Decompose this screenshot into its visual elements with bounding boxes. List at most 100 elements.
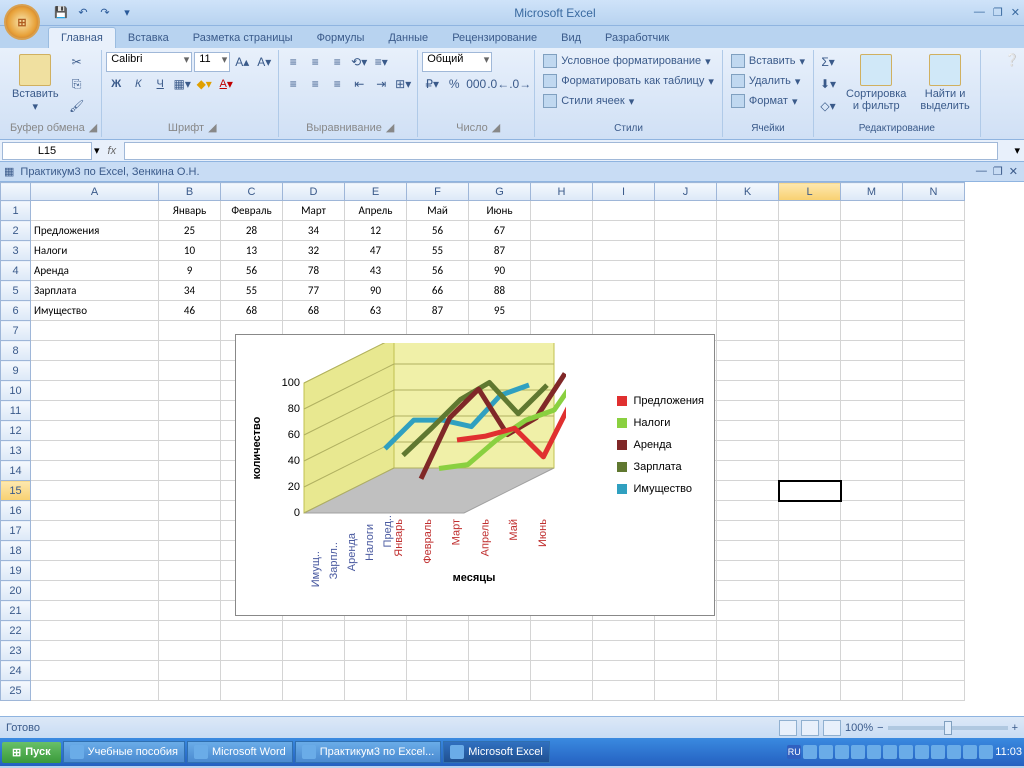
cell[interactable] [221, 661, 283, 681]
cell[interactable] [31, 201, 159, 221]
cell[interactable] [717, 361, 779, 381]
cell[interactable] [841, 521, 903, 541]
cell[interactable] [593, 621, 655, 641]
row-header[interactable]: 8 [1, 341, 31, 361]
cell[interactable]: Март [283, 201, 345, 221]
cell[interactable] [717, 421, 779, 441]
font-name-combo[interactable]: Calibri [106, 52, 192, 72]
cell[interactable] [221, 641, 283, 661]
ribbon-tab[interactable]: Формулы [305, 28, 377, 48]
cell[interactable] [841, 481, 903, 501]
row-header[interactable]: 14 [1, 461, 31, 481]
cell[interactable] [903, 601, 965, 621]
cell[interactable] [717, 381, 779, 401]
cell[interactable] [903, 301, 965, 321]
column-header[interactable]: I [593, 183, 655, 201]
row-header[interactable]: 19 [1, 561, 31, 581]
cell[interactable] [903, 341, 965, 361]
cell[interactable] [593, 281, 655, 301]
redo-icon[interactable]: ↷ [96, 4, 114, 22]
column-header[interactable]: A [31, 183, 159, 201]
cell[interactable] [531, 661, 593, 681]
cell[interactable] [407, 641, 469, 661]
cell[interactable] [717, 601, 779, 621]
formula-input[interactable] [124, 142, 998, 160]
cell[interactable]: Май [407, 201, 469, 221]
cell[interactable]: 34 [159, 281, 221, 301]
cell[interactable] [903, 501, 965, 521]
cell[interactable] [221, 621, 283, 641]
row-header[interactable]: 6 [1, 301, 31, 321]
cell[interactable] [841, 621, 903, 641]
tray-icon[interactable] [899, 745, 913, 759]
cell[interactable]: Аренда [31, 261, 159, 281]
column-header[interactable]: B [159, 183, 221, 201]
indent-inc-icon[interactable]: ⇥ [371, 74, 391, 94]
cell[interactable] [841, 321, 903, 341]
cell[interactable] [717, 221, 779, 241]
cell[interactable] [841, 381, 903, 401]
wrap-icon[interactable]: ≡▾ [371, 52, 391, 72]
cell[interactable] [903, 381, 965, 401]
cell[interactable] [531, 281, 593, 301]
font-color-icon[interactable]: A▾ [216, 74, 236, 94]
cell[interactable] [903, 221, 965, 241]
row-header[interactable]: 17 [1, 521, 31, 541]
cell[interactable] [31, 361, 159, 381]
cell[interactable] [31, 341, 159, 361]
cell[interactable] [903, 621, 965, 641]
cell[interactable] [841, 501, 903, 521]
insert-cells-button[interactable]: Вставить▾ [727, 52, 809, 70]
cell[interactable] [717, 441, 779, 461]
cell[interactable] [779, 201, 841, 221]
cell[interactable]: Зарплата [31, 281, 159, 301]
copy-icon[interactable]: ⎘ [67, 74, 87, 94]
cell[interactable]: 34 [283, 221, 345, 241]
cell[interactable]: 56 [407, 221, 469, 241]
qat-dropdown-icon[interactable]: ▾ [118, 4, 136, 22]
bold-icon[interactable]: Ж [106, 74, 126, 94]
cell[interactable] [779, 321, 841, 341]
cell[interactable] [903, 481, 965, 501]
cell[interactable]: 66 [407, 281, 469, 301]
cell[interactable] [717, 681, 779, 701]
tray-icon[interactable] [947, 745, 961, 759]
cell[interactable] [841, 601, 903, 621]
cell[interactable]: Апрель [345, 201, 407, 221]
clock[interactable]: 11:03 [995, 746, 1022, 758]
conditional-formatting-button[interactable]: Условное форматирование▾ [539, 52, 714, 70]
cell[interactable] [283, 621, 345, 641]
cell[interactable]: 78 [283, 261, 345, 281]
align-left-icon[interactable]: ≡ [283, 74, 303, 94]
column-header[interactable]: F [407, 183, 469, 201]
cell[interactable] [31, 621, 159, 641]
tray-icon[interactable] [979, 745, 993, 759]
cell[interactable] [903, 261, 965, 281]
tray-icon[interactable] [931, 745, 945, 759]
column-header[interactable]: K [717, 183, 779, 201]
taskbar-item[interactable]: Microsoft Word [187, 741, 293, 763]
cell[interactable] [779, 241, 841, 261]
sort-filter-button[interactable]: Сортировка и фильтр [840, 52, 912, 114]
normal-view-icon[interactable] [779, 720, 797, 736]
row-header[interactable]: 12 [1, 421, 31, 441]
cell[interactable] [841, 261, 903, 281]
cell[interactable] [655, 201, 717, 221]
cell[interactable] [655, 221, 717, 241]
zoom-slider[interactable] [888, 726, 1008, 730]
border-icon[interactable]: ▦▾ [172, 74, 192, 94]
cell[interactable] [159, 541, 221, 561]
row-header[interactable]: 9 [1, 361, 31, 381]
align-center-icon[interactable]: ≡ [305, 74, 325, 94]
cell[interactable] [159, 321, 221, 341]
cell[interactable] [655, 641, 717, 661]
cell[interactable]: 10 [159, 241, 221, 261]
cell[interactable] [779, 601, 841, 621]
cell[interactable] [903, 201, 965, 221]
cell[interactable]: 95 [469, 301, 531, 321]
cell[interactable] [717, 481, 779, 501]
ribbon-tab[interactable]: Разработчик [593, 28, 681, 48]
cell[interactable]: 87 [469, 241, 531, 261]
cell[interactable] [903, 441, 965, 461]
ribbon-tab[interactable]: Вставка [116, 28, 181, 48]
